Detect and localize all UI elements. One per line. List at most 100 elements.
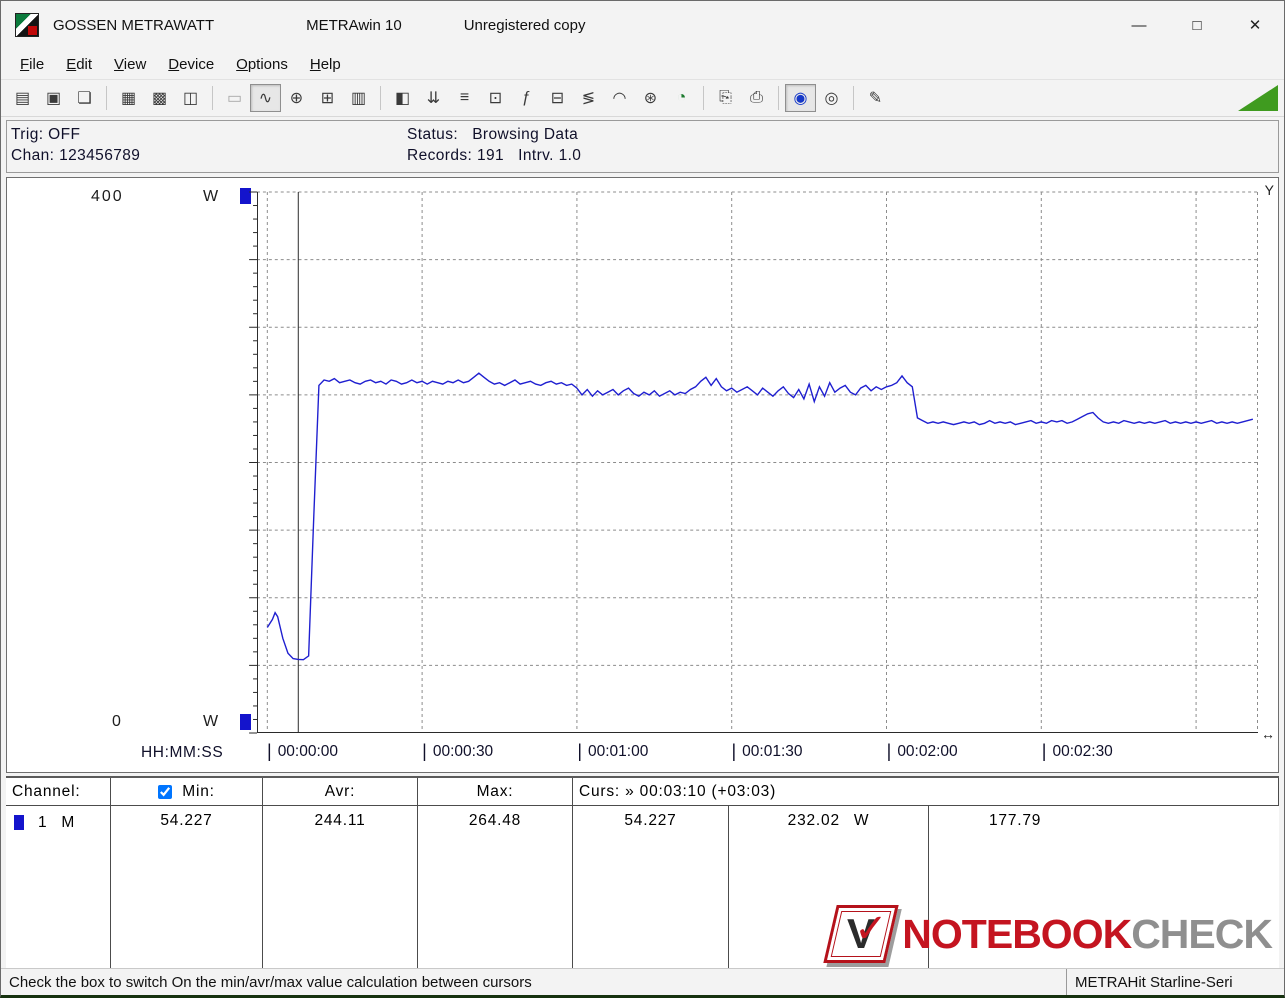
- avr-column-header: Avr:: [263, 778, 418, 806]
- cursor-crosshair-button[interactable]: ⊕: [281, 84, 312, 112]
- green-corner-triangle: [1238, 85, 1278, 111]
- export-file-icon: ❏: [77, 90, 92, 107]
- channel-setup-icon: ≡: [459, 89, 470, 106]
- x-axis-row: HH:MM:SS | 00:00:00 | 00:00:30 | 00:01:00 |…: [7, 738, 1278, 770]
- envelope-button[interactable]: ◠: [604, 84, 635, 112]
- maximize-icon: □: [1192, 16, 1202, 34]
- table-display-icon: ⊞: [320, 90, 335, 107]
- chart-svg[interactable]: [249, 191, 1258, 734]
- menu-bar: File Edit View Device Options Help: [1, 49, 1284, 79]
- min-max-button[interactable]: ≶: [573, 84, 604, 112]
- save-file-icon: ▣: [45, 90, 62, 107]
- minimize-icon: —: [1131, 16, 1147, 34]
- device-transfer-icon: ◧: [394, 90, 411, 107]
- bargraph-display-icon: ▥: [350, 90, 367, 107]
- print-preview-button[interactable]: ⎘: [710, 84, 741, 112]
- annotation-button[interactable]: ✎: [860, 84, 891, 112]
- cursor1-value-cell: 54.227: [572, 806, 729, 968]
- records-value: 191: [476, 147, 505, 164]
- min-column-header: Min:: [111, 778, 263, 806]
- y-axis-unit-top: W: [203, 188, 221, 205]
- toolbar-separator: [106, 86, 107, 110]
- print-preview-icon: ⎘: [719, 89, 732, 106]
- channel-column-header: Channel:: [6, 778, 111, 806]
- print-button[interactable]: ⎙: [741, 84, 772, 112]
- menu-file[interactable]: File: [9, 52, 55, 77]
- recording-status: Status: Browsing Data: [407, 126, 1274, 144]
- cursor-column-header: Curs: » 00:03:10 (+03:03): [572, 778, 1279, 806]
- notebookcheck-watermark: V ✓ NOTEBOOKCHECK: [823, 905, 1273, 963]
- x-tick: | 00:00:30: [422, 741, 494, 761]
- cursor-crosshair-icon: ⊕: [289, 90, 304, 107]
- print-icon: ⎙: [750, 89, 763, 106]
- acquire-button[interactable]: ⊛: [635, 84, 666, 112]
- trig-value: OFF: [48, 126, 81, 143]
- close-icon: ✕: [1248, 17, 1262, 34]
- memory-clear-button[interactable]: ▩: [144, 84, 175, 112]
- maximize-button[interactable]: □: [1168, 1, 1226, 49]
- min-value-cell: 54.227: [111, 806, 263, 968]
- device-download-button[interactable]: ⇊: [418, 84, 449, 112]
- tick-mark: |: [577, 741, 582, 761]
- title-bar: GOSSEN METRAWATT METRAwin 10 Unregistere…: [1, 1, 1284, 49]
- timer-button[interactable]: ◔: [666, 84, 697, 112]
- curve-display-button[interactable]: ∿: [250, 84, 281, 112]
- chan-label: Chan:: [11, 147, 55, 164]
- acquire-icon: ⊛: [643, 90, 658, 107]
- min-max-icon: ≶: [581, 90, 596, 107]
- device-transfer-button[interactable]: ◧: [387, 84, 418, 112]
- tick-mark: |: [1041, 741, 1047, 761]
- zoom-pointer-button[interactable]: ◎: [816, 84, 847, 112]
- minimize-button[interactable]: —: [1110, 1, 1168, 49]
- app-logo-icon: [15, 13, 39, 37]
- open-file-button[interactable]: ▤: [7, 84, 38, 112]
- tick-mark: |: [886, 741, 892, 761]
- title-license: Unregistered copy: [463, 16, 586, 34]
- menu-view[interactable]: View: [103, 52, 157, 77]
- cursor2-value: 232.02: [787, 812, 840, 829]
- export-file-button[interactable]: ❏: [69, 84, 100, 112]
- tick-mark: |: [422, 741, 427, 761]
- annotation-icon: ✎: [868, 90, 883, 107]
- x-tick: | 00:02:30: [1041, 741, 1113, 761]
- channel-color-marker-bottom: [240, 714, 251, 730]
- records-label: Records:: [407, 147, 473, 164]
- watermark-text: NOTEBOOKCHECK: [902, 911, 1273, 958]
- toolbar-separator: [778, 86, 779, 110]
- minmax-calc-checkbox[interactable]: [158, 784, 173, 799]
- menu-edit[interactable]: Edit: [55, 52, 103, 77]
- display-values-button[interactable]: ⊟: [542, 84, 573, 112]
- window-controls: — □ ✕: [1110, 1, 1284, 49]
- formula-button[interactable]: ƒ: [511, 84, 542, 112]
- monitor-button[interactable]: ⊡: [480, 84, 511, 112]
- y-axis-unit-bottom: W: [203, 713, 221, 730]
- tick-mark: |: [267, 741, 272, 761]
- channel-status: Chan: 123456789: [11, 147, 407, 165]
- numeric-display-icon: ▭: [226, 90, 243, 107]
- channel-setup-button[interactable]: ≡: [449, 84, 480, 112]
- menu-device[interactable]: Device: [157, 52, 225, 77]
- device-download-icon: ⇊: [426, 90, 441, 107]
- timer-icon: ◔: [676, 89, 687, 106]
- close-button[interactable]: ✕: [1226, 1, 1284, 49]
- open-file-icon: ▤: [14, 90, 31, 107]
- menu-options[interactable]: Options: [225, 52, 299, 77]
- y-zoom-control-icon[interactable]: Y: [1265, 182, 1274, 198]
- plot-area[interactable]: [249, 191, 1258, 734]
- chan-value: 123456789: [59, 147, 141, 164]
- numeric-display-button[interactable]: ▭: [219, 84, 250, 112]
- metrawin-window: GOSSEN METRAWATT METRAwin 10 Unregistere…: [0, 0, 1285, 998]
- formula-icon: ƒ: [522, 89, 531, 106]
- save-file-button[interactable]: ▣: [38, 84, 69, 112]
- zoom-window-button[interactable]: ◉: [785, 84, 816, 112]
- envelope-icon: ◠: [612, 90, 627, 107]
- toolbar: ▤ ▣ ❏ ▦ ▩ ◫ ▭ ∿ ⊕ ⊞ ▥ ◧ ⇊ ≡ ⊡ ƒ ⊟ ≶ ◠ ⊛ …: [1, 79, 1284, 117]
- bargraph-display-button[interactable]: ▥: [343, 84, 374, 112]
- menu-help[interactable]: Help: [299, 52, 352, 77]
- table-display-button[interactable]: ⊞: [312, 84, 343, 112]
- y-axis-max-label: 400: [91, 188, 124, 205]
- memory-read-button[interactable]: ▦: [113, 84, 144, 112]
- acquisition-status-panel: Trig: OFF Status: Browsing Data Chan: 12…: [6, 120, 1279, 173]
- memory-clear-icon: ▩: [151, 90, 168, 107]
- memory-eject-button[interactable]: ◫: [175, 84, 206, 112]
